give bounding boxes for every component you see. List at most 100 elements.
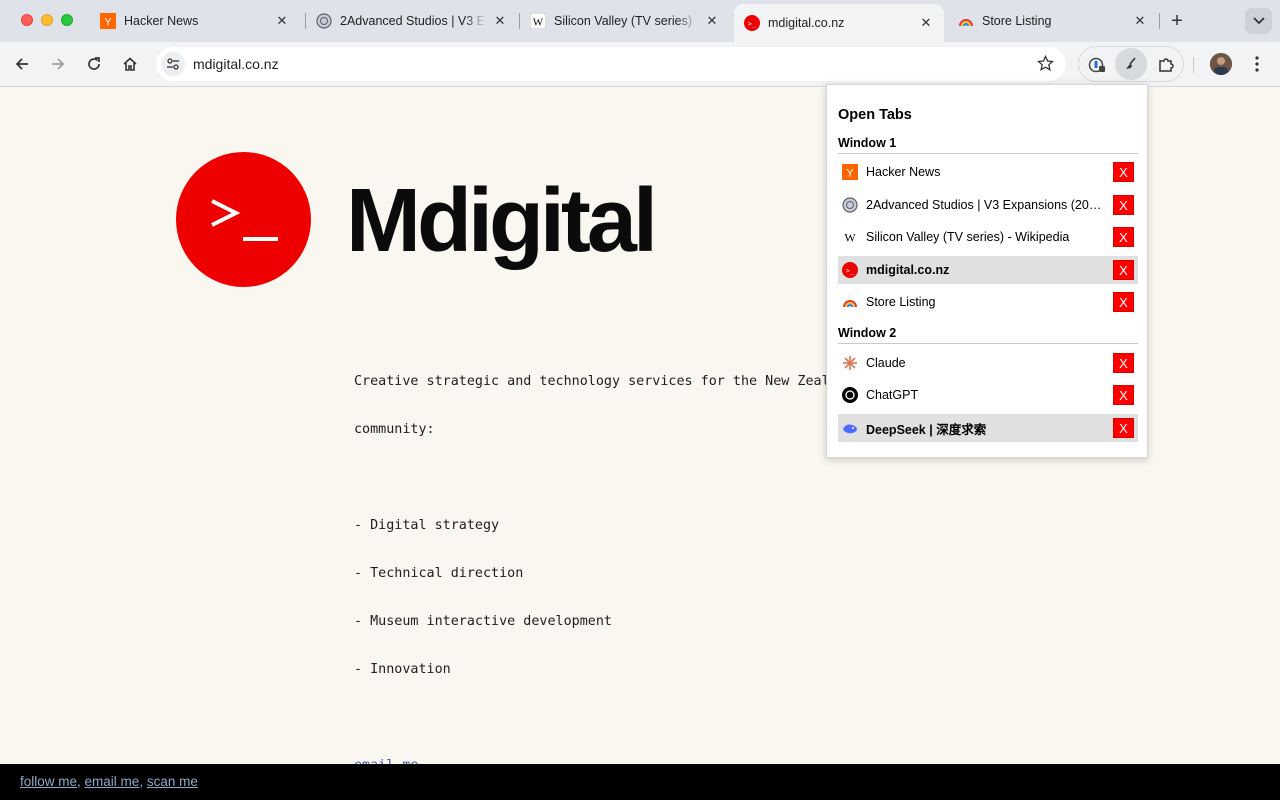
extensions-puzzle-icon[interactable] — [1153, 52, 1179, 78]
popup-tab-title: Hacker News — [866, 165, 941, 179]
wikipedia-icon: W — [842, 229, 858, 245]
logo-wordmark: Mdigital — [346, 171, 658, 271]
svg-text:W: W — [844, 231, 856, 245]
popup-tab-title: DeepSeek | 深度求索 — [866, 422, 987, 437]
popup-tab-row-active[interactable]: >_ mdigital.co.nz X — [838, 256, 1138, 284]
back-button[interactable] — [9, 51, 35, 77]
popup-title: Open Tabs — [838, 107, 912, 123]
more-menu-icon[interactable] — [1246, 53, 1268, 75]
arrow-right-icon — [52, 58, 65, 70]
popup-tab-row[interactable]: Claude X — [838, 349, 1138, 377]
popup-tab-title: Silicon Valley (TV series) - Wikipedia — [866, 230, 1070, 244]
popup-tab-title: Claude — [866, 356, 906, 370]
svg-text:>_: >_ — [748, 20, 757, 28]
intro-content: Creative strategic and technology servic… — [354, 342, 854, 800]
bookmark-star-icon[interactable] — [1036, 54, 1055, 77]
logo-mark — [176, 152, 311, 287]
extensions-group — [1078, 46, 1184, 82]
intro-line: community: — [354, 422, 435, 437]
rainbow-icon — [958, 13, 974, 29]
reload-icon — [88, 57, 100, 70]
tab-title: Hacker News — [124, 14, 199, 28]
popup-tab-row[interactable]: W Silicon Valley (TV series) - Wikipedia… — [838, 223, 1138, 251]
tab-hacker-news[interactable]: Y Hacker News ✕ — [90, 6, 300, 36]
tab-2advanced[interactable]: 2Advanced Studios | V3 E ✕ — [306, 6, 518, 36]
site-info-icon[interactable] — [161, 52, 185, 76]
popup-tab-row-active[interactable]: DeepSeek | 深度求索 X — [838, 414, 1138, 442]
wikipedia-icon: W — [530, 13, 546, 29]
tab-title: 2Advanced Studios | V3 E — [340, 14, 486, 28]
browser-toolbar: mdigital.co.nz — [0, 42, 1280, 87]
close-tab-button[interactable]: X — [1113, 195, 1134, 215]
svg-text:Y: Y — [104, 17, 112, 29]
scan-me-link[interactable]: scan me — [147, 774, 198, 789]
popup-tab-row[interactable]: Y Hacker News X — [838, 158, 1138, 186]
service-item: - Innovation — [354, 662, 451, 677]
tab-mdigital[interactable]: >_ mdigital.co.nz ✕ — [734, 4, 944, 42]
address-bar[interactable]: mdigital.co.nz — [156, 47, 1066, 81]
tab-store-listing[interactable]: Store Listing ✕ — [948, 6, 1158, 36]
close-window-button[interactable] — [21, 14, 33, 26]
tab-search-button[interactable] — [1245, 8, 1272, 34]
footer-separator: , — [77, 774, 85, 789]
password-extension-icon[interactable] — [1084, 52, 1110, 78]
close-icon[interactable]: ✕ — [492, 13, 508, 29]
forward-button[interactable] — [45, 51, 71, 77]
broom-icon — [1126, 57, 1136, 69]
new-tab-button[interactable]: + — [1166, 10, 1188, 32]
minimize-window-button[interactable] — [41, 14, 53, 26]
close-tab-button[interactable]: X — [1113, 227, 1134, 247]
svg-text:Y: Y — [846, 168, 854, 180]
close-icon[interactable]: ✕ — [918, 15, 934, 31]
popup-tab-title: Store Listing — [866, 295, 936, 309]
svg-text:>_: >_ — [846, 267, 855, 275]
close-tab-button[interactable]: X — [1113, 260, 1134, 280]
popup-tab-title: mdigital.co.nz — [866, 263, 950, 277]
popup-tab-row[interactable]: ChatGPT X — [838, 381, 1138, 409]
close-icon[interactable]: ✕ — [274, 13, 290, 29]
claude-icon — [842, 355, 858, 371]
tab-strip: Y Hacker News ✕ 2Advanced Studios | V3 E… — [0, 0, 1280, 42]
profile-avatar[interactable] — [1210, 53, 1232, 75]
close-tab-button[interactable]: X — [1113, 292, 1134, 312]
tab-title: mdigital.co.nz — [768, 16, 845, 30]
open-tabs-extension-button[interactable] — [1115, 48, 1147, 80]
fullscreen-window-button[interactable] — [61, 14, 73, 26]
close-tab-button[interactable]: X — [1113, 353, 1134, 373]
close-icon[interactable]: ✕ — [704, 13, 720, 29]
home-button[interactable] — [117, 51, 143, 77]
tab-silicon-valley[interactable]: W Silicon Valley (TV series) ✕ — [520, 6, 730, 36]
toolbar-divider — [1193, 57, 1194, 73]
tab-title: Store Listing — [982, 14, 1052, 28]
tab-divider — [1159, 13, 1160, 29]
mdigital-icon: >_ — [842, 262, 858, 278]
arrow-left-icon — [15, 58, 28, 70]
service-item: - Digital strategy — [354, 518, 500, 533]
reload-button[interactable] — [81, 51, 107, 77]
open-tabs-popup: Open Tabs Window 1 Y Hacker News X 2Adva… — [826, 84, 1148, 458]
footer-email-me-link[interactable]: email me — [85, 774, 140, 789]
window-2-heading: Window 2 — [838, 326, 1138, 344]
chatgpt-icon — [842, 387, 858, 403]
close-tab-button[interactable]: X — [1113, 385, 1134, 405]
close-tab-button[interactable]: X — [1113, 418, 1134, 438]
follow-me-link[interactable]: follow me — [20, 774, 77, 789]
page-footer: follow me, email me, scan me — [0, 764, 1280, 800]
y-combinator-icon: Y — [842, 164, 858, 180]
intro-line: Creative strategic and technology servic… — [354, 374, 854, 389]
close-tab-button[interactable]: X — [1113, 162, 1134, 182]
window-1-heading: Window 1 — [838, 136, 1138, 154]
2advanced-icon — [316, 13, 332, 29]
chevron-down-icon — [1252, 17, 1265, 25]
popup-tab-row[interactable]: 2Advanced Studios | V3 Expansions (2024.… — [838, 191, 1138, 219]
service-item: - Museum interactive development — [354, 614, 612, 629]
url-text[interactable]: mdigital.co.nz — [193, 56, 279, 72]
home-icon — [123, 57, 137, 71]
close-icon[interactable]: ✕ — [1132, 13, 1148, 29]
tab-title: Silicon Valley (TV series) — [554, 14, 693, 28]
2advanced-icon — [842, 197, 858, 213]
popup-tab-row[interactable]: Store Listing X — [838, 288, 1138, 316]
service-item: - Technical direction — [354, 566, 524, 581]
popup-tab-title: 2Advanced Studios | V3 Expansions (2024.… — [866, 198, 1113, 212]
deepseek-icon — [842, 420, 858, 436]
